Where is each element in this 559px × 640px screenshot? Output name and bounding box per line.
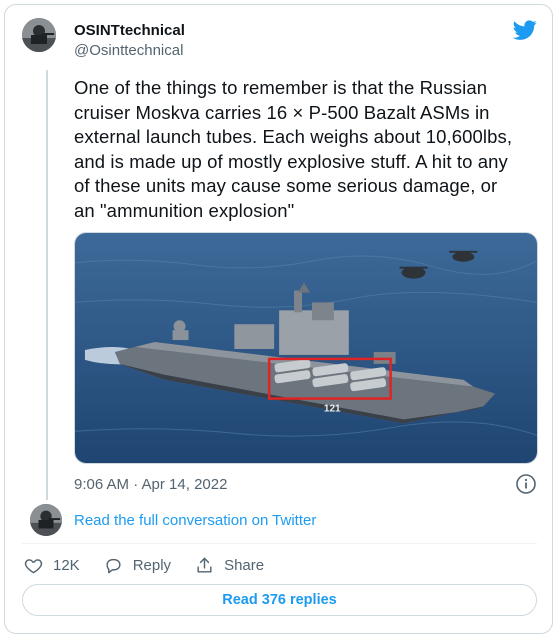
info-icon[interactable] — [515, 473, 537, 495]
reply-label: Reply — [132, 556, 172, 574]
tweet-line: external launch tubes. Each weighs about… — [74, 126, 513, 147]
read-conversation-link[interactable]: Read the full conversation on Twitter — [74, 512, 316, 529]
share-label: Share — [224, 556, 265, 574]
tweet-actions: 12K Reply Share — [24, 554, 288, 576]
thread-line — [46, 70, 48, 500]
avatar-image — [22, 18, 56, 52]
reply-button[interactable]: Reply — [104, 556, 171, 575]
author-avatar[interactable] — [22, 18, 56, 52]
read-replies-button[interactable]: Read 376 replies — [22, 584, 537, 616]
hull-number: 121 — [324, 403, 341, 414]
author-name[interactable]: OSINTtechnical — [74, 22, 185, 39]
tweet-timestamp[interactable]: 9:06 AM · Apr 14, 2022 — [74, 476, 227, 493]
conversation-avatar — [30, 504, 62, 536]
twitter-bird-icon[interactable] — [513, 18, 537, 42]
tweet-line: of these units may cause some serious da… — [74, 175, 498, 196]
share-button[interactable]: Share — [195, 556, 264, 575]
tweet-line: an "ammunition explosion" — [74, 199, 295, 221]
like-button[interactable]: 12K — [24, 556, 80, 575]
reply-bubble-icon — [106, 558, 121, 573]
author-handle[interactable]: @Osinttechnical — [74, 42, 183, 59]
tweet-line: and is made up of mostly explosive stuff… — [74, 150, 508, 172]
heart-icon — [24, 558, 43, 573]
tweet-line: One of the things to remember is that th… — [74, 77, 488, 98]
warship-image: 121 — [75, 233, 537, 463]
like-count: 12K — [53, 556, 80, 574]
avatar-image — [30, 504, 62, 536]
tweet-media-photo[interactable]: 121 — [74, 232, 538, 464]
tweet-line: cruiser Moskva carries 16 × P-500 Bazalt… — [74, 101, 490, 123]
divider — [22, 543, 537, 544]
share-upload-icon — [197, 557, 212, 573]
tweet-text: One of the things to remember is that th… — [74, 76, 544, 223]
